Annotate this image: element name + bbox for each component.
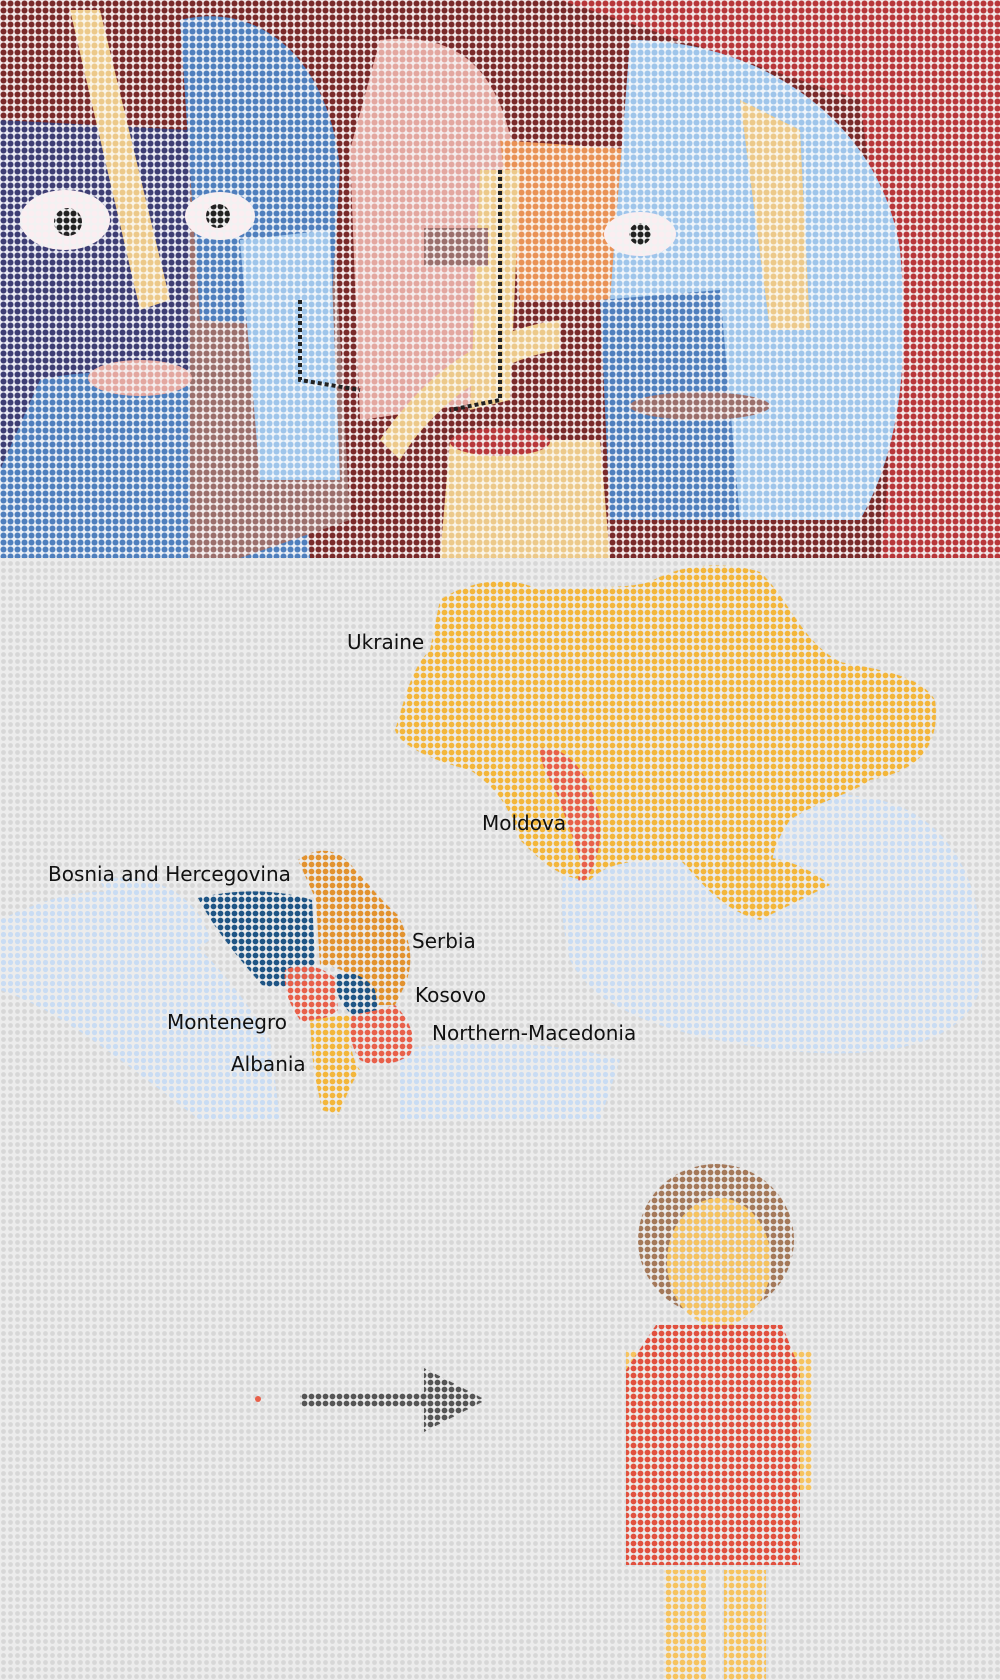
aegean-sea [400, 1043, 620, 1120]
person-leg-left [664, 1570, 706, 1680]
label-moldova: Moldova [482, 811, 566, 835]
dot-art-canvas: Ukraine Moldova Bosnia and Hercegovina S… [0, 0, 1000, 1680]
abstract-faces-painting [0, 0, 1000, 558]
label-albania: Albania [231, 1052, 306, 1076]
person-leg-right [724, 1570, 766, 1680]
label-ukraine: Ukraine [347, 630, 424, 654]
painting-yellow-lower [440, 440, 610, 558]
label-northern-macedonia: Northern-Macedonia [432, 1021, 636, 1045]
painting-eye-far-right [693, 220, 757, 260]
person-face [667, 1198, 771, 1326]
painting-lips-right [630, 392, 770, 420]
painting-eye-center-pupil [206, 204, 230, 228]
painting-eye-right-pupil [629, 223, 651, 245]
dot-illustration: Ukraine Moldova Bosnia and Hercegovina S… [0, 0, 1000, 1680]
person-dress [626, 1325, 800, 1565]
label-montenegro: Montenegro [167, 1010, 287, 1034]
label-bosnia-and-hercegovina: Bosnia and Hercegovina [48, 862, 291, 886]
label-kosovo: Kosovo [415, 983, 486, 1007]
painting-eye-left-pupil [54, 208, 82, 236]
label-serbia: Serbia [412, 929, 476, 953]
small-red-dot [255, 1396, 261, 1402]
painting-lips-left [88, 360, 192, 396]
painting-lips-center [450, 428, 550, 456]
painting-window-shape [424, 228, 488, 266]
